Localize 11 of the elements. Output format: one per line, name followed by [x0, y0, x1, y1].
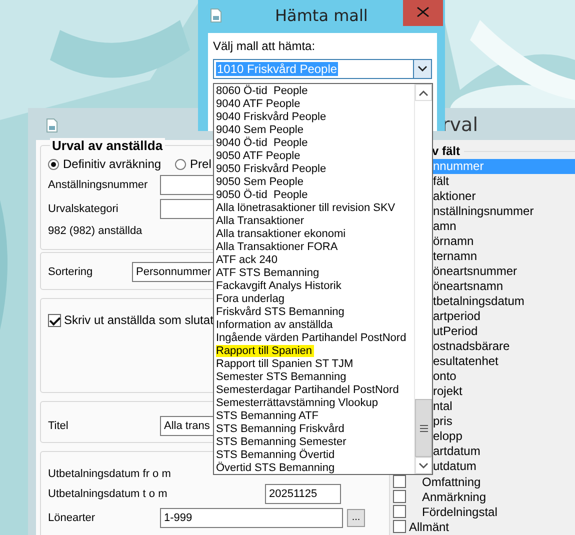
field-label: Urvalskategori: [48, 203, 120, 215]
field-label: Titel: [48, 420, 70, 432]
field-label: Sortering: [48, 266, 94, 278]
employee-count: 982 (982) anställda: [48, 224, 142, 239]
field-label: Utbetalningsdatum t o m: [48, 486, 168, 502]
prompt-label: Välj mall att hämta:: [213, 39, 316, 55]
field-label: Anställningsnummer: [48, 179, 149, 191]
field-label: Utbetalningsdatum fr o m: [48, 466, 171, 482]
dialog-title: Hämta mall: [275, 6, 368, 25]
field-label: Lönearter: [48, 512, 96, 524]
group-title: Urval av anställda: [50, 138, 165, 153]
